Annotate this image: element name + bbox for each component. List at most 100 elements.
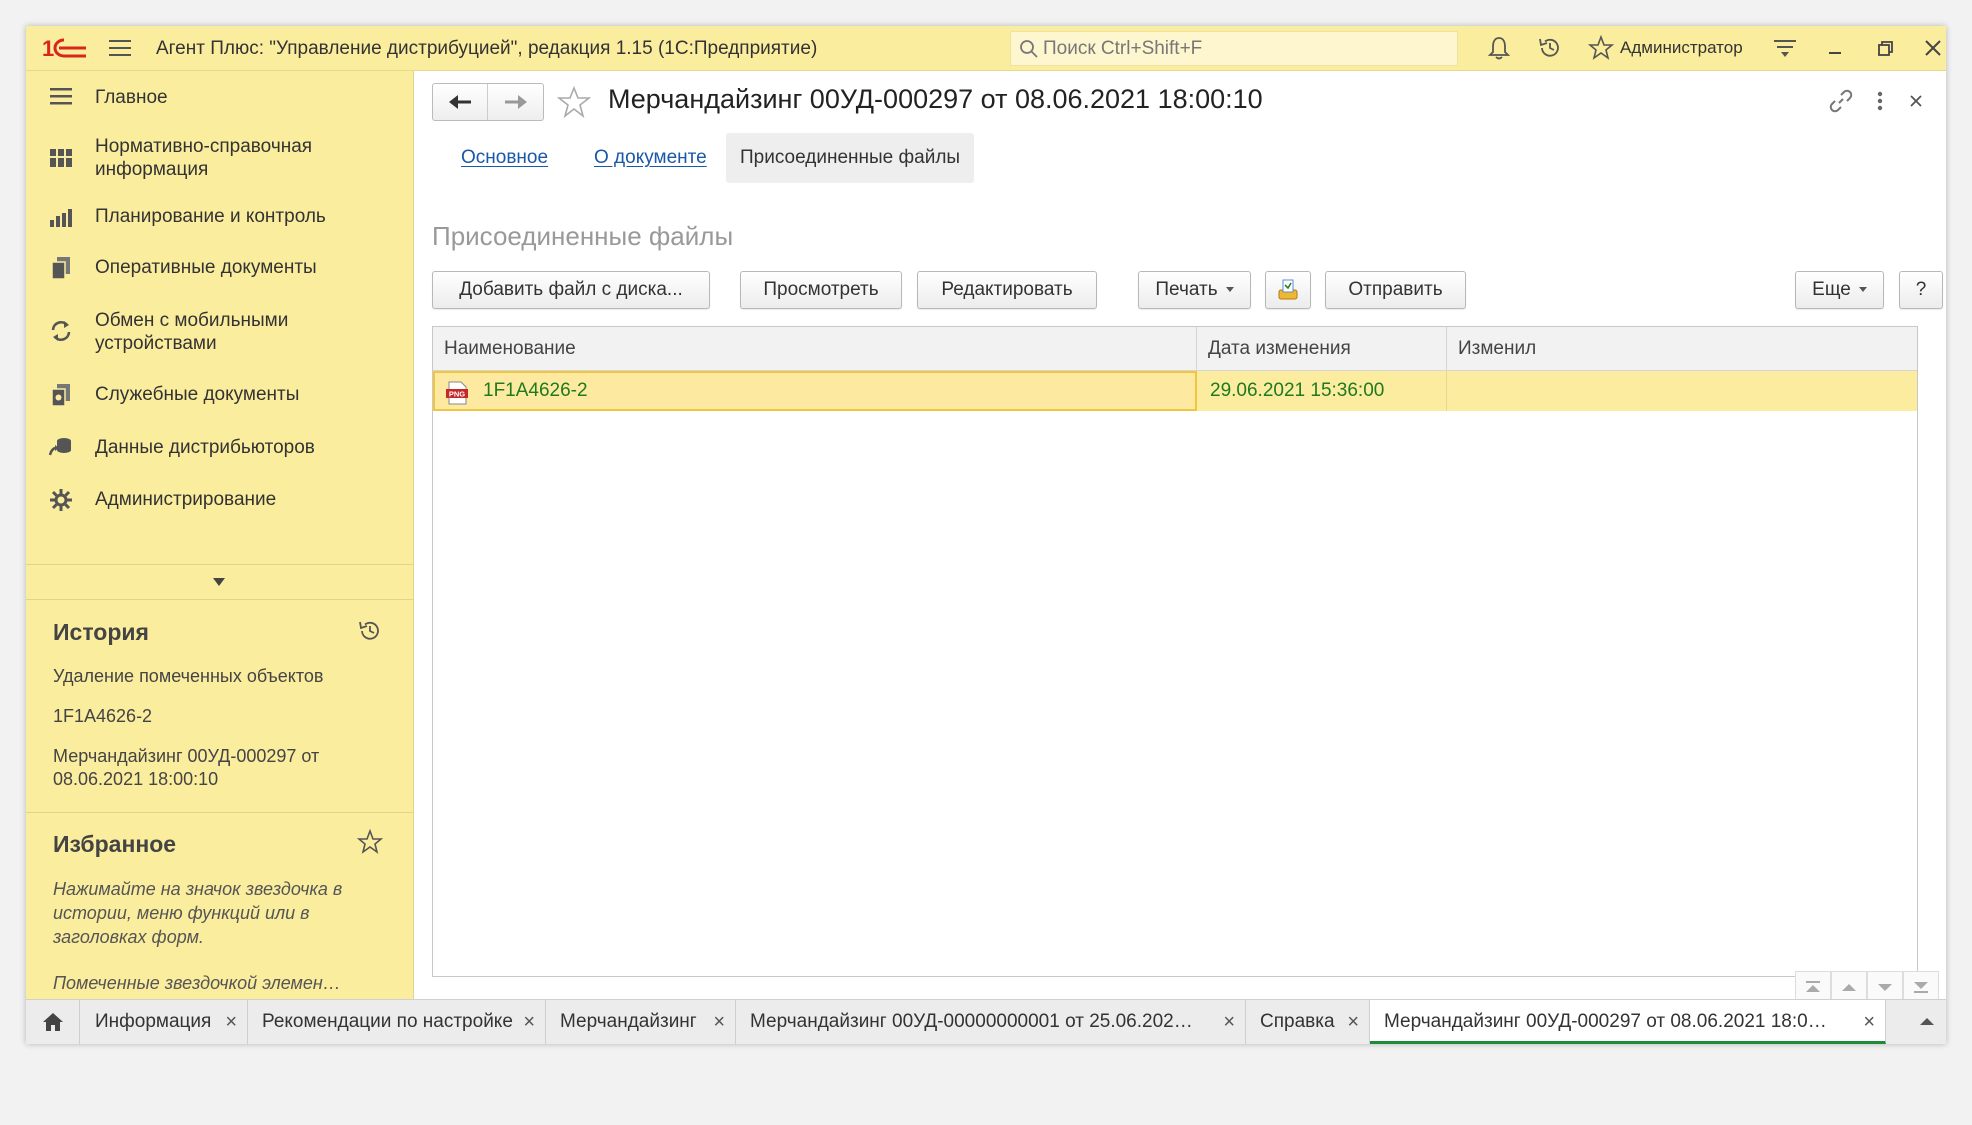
table-row[interactable]: PNG 1F1A4626-2 29.06.2021 15:36:00 [433, 371, 1917, 411]
window-tab-label: Мерчандайзинг 00УД-000297 от 08.06.2021 … [1384, 1011, 1827, 1032]
edit-button[interactable]: Редактировать [917, 271, 1097, 309]
arrow-left-icon [449, 95, 471, 109]
cell-date[interactable]: 29.06.2021 15:36:00 [1197, 371, 1447, 411]
table-header: Наименование Дата изменения Изменил [433, 327, 1917, 371]
window-tab[interactable]: Рекомендации по настройке × [248, 1000, 546, 1044]
reference-grid-icon [50, 149, 72, 167]
search-input[interactable] [1043, 32, 1451, 65]
history-icon[interactable] [1537, 35, 1563, 61]
attached-files-table[interactable]: Наименование Дата изменения Изменил PNG … [432, 326, 1918, 977]
sidebar-item-operations[interactable]: Оперативные документы [26, 242, 414, 294]
window-tab-label: Справка [1260, 1011, 1335, 1032]
more-button[interactable]: Еще [1795, 271, 1884, 309]
close-tab-icon[interactable]: × [1347, 1000, 1359, 1044]
tabs-list-button[interactable] [1908, 1000, 1946, 1044]
1c-logo-icon[interactable]: 1 [42, 36, 88, 60]
cell-changed-by[interactable] [1447, 371, 1917, 411]
window-tab-label: Мерчандайзинг 00УД-00000000001 от 25.06.… [750, 1011, 1193, 1032]
section-title: Присоединенные файлы [432, 221, 734, 251]
user-name[interactable]: Администратор [1620, 38, 1743, 58]
view-button[interactable]: Просмотреть [740, 271, 902, 309]
close-tab-icon[interactable]: × [523, 1000, 535, 1044]
menu-lines-icon [50, 88, 72, 105]
file-name: 1F1A4626-2 [483, 380, 588, 401]
sidebar-item-administration[interactable]: Администрирование [26, 474, 414, 526]
global-search[interactable] [1010, 31, 1458, 66]
sidebar-item-distributors[interactable]: Данные дистрибьюторов [26, 421, 414, 474]
chevron-up-icon [1920, 1018, 1934, 1025]
svg-text:1: 1 [42, 36, 54, 60]
close-tab-icon[interactable]: × [1863, 1000, 1875, 1041]
scan-button[interactable] [1265, 271, 1311, 309]
tab-attached-files[interactable]: Присоединенные файлы [726, 133, 975, 183]
window-tab[interactable]: Мерчандайзинг 00УД-00000000001 от 25.06.… [736, 1000, 1246, 1044]
forward-button[interactable] [489, 84, 544, 120]
sidebar-item-planning[interactable]: Планирование и контроль [26, 192, 414, 242]
documents-icon [51, 257, 70, 280]
window-tab[interactable]: Справка × [1246, 1000, 1370, 1044]
history-item[interactable]: 1F1A4626-2 [53, 705, 383, 728]
history-item[interactable]: Удаление помеченных объектов [53, 665, 383, 688]
close-icon[interactable] [1920, 35, 1946, 61]
home-button[interactable] [26, 1000, 80, 1044]
settings-menu-icon[interactable] [1772, 35, 1798, 61]
window-tab-label: Информация [95, 1011, 212, 1032]
column-header-name[interactable]: Наименование [433, 327, 1197, 371]
cell-name[interactable]: PNG 1F1A4626-2 [433, 371, 1197, 411]
scroll-top-icon [1806, 981, 1820, 992]
search-icon [1020, 40, 1038, 58]
minimize-icon[interactable] [1822, 35, 1848, 61]
scanner-icon [1278, 279, 1298, 300]
window-tab-label: Рекомендации по настройке [262, 1011, 513, 1032]
favorites-hint-more: Помеченные звездочкой элемен… [53, 973, 341, 993]
more-vertical-icon[interactable] [1866, 87, 1894, 115]
file-type-label: PNG [449, 390, 465, 399]
window-tab[interactable]: Информация × [81, 1000, 248, 1044]
close-form-icon[interactable] [1902, 87, 1930, 115]
link-icon[interactable] [1827, 87, 1855, 115]
sidebar-item-label: Обмен с мобильными устройствами [95, 310, 289, 354]
sidebar-item-mobile-exchange[interactable]: Обмен с мобильными устройствами [26, 294, 414, 369]
tab-about-document[interactable]: О документе [580, 133, 721, 183]
sidebar-item-reference[interactable]: Нормативно-справочная информация [26, 124, 414, 192]
column-header-changed-by[interactable]: Изменил [1447, 327, 1917, 371]
help-button[interactable]: ? [1899, 271, 1943, 309]
back-button[interactable] [433, 84, 488, 120]
history-icon[interactable] [357, 618, 383, 644]
more-label: Еще [1812, 279, 1851, 300]
tab-main[interactable]: Основное [447, 133, 562, 183]
history-title: История [53, 619, 149, 645]
send-button[interactable]: Отправить [1325, 271, 1466, 309]
sidebar-more-button[interactable] [26, 564, 414, 600]
sidebar-item-label: Служебные документы [95, 384, 300, 405]
window-tabs-bar: Информация × Рекомендации по настройке × М… [26, 999, 1946, 1044]
column-header-date[interactable]: Дата изменения [1197, 327, 1447, 371]
close-tab-icon[interactable]: × [1223, 1000, 1235, 1044]
favorite-star-icon[interactable] [557, 85, 591, 119]
add-file-button[interactable]: Добавить файл с диска... [432, 271, 710, 309]
star-icon[interactable] [357, 829, 383, 855]
sidebar-item-label: Нормативно-справочная информация [95, 136, 313, 180]
sidebar-item-label: Данные дистрибьюторов [95, 437, 315, 458]
star-icon[interactable] [1588, 35, 1614, 61]
document-form: Мерчандайзинг 00УД-000297 от 08.06.2021 … [415, 71, 1946, 1003]
restore-icon[interactable] [1872, 35, 1898, 61]
bell-icon[interactable] [1486, 35, 1512, 61]
caret-down-icon [1858, 287, 1867, 293]
top-bar: 1 Агент Плюс: "Управление дистрибуцией",… [26, 26, 1946, 71]
print-label: Печать [1155, 279, 1218, 300]
sidebar-item-service-docs[interactable]: Служебные документы [26, 369, 414, 421]
scroll-bottom-icon [1914, 982, 1928, 993]
window-tab[interactable]: Мерчандайзинг × [546, 1000, 736, 1044]
window-tab-active[interactable]: Мерчандайзинг 00УД-000297 от 08.06.2021 … [1370, 1000, 1886, 1044]
sidebar-item-label: Администрирование [95, 489, 277, 510]
caret-down-icon [1225, 287, 1234, 293]
favorites-hint: Нажимайте на значок звездочка в истории,… [53, 879, 343, 947]
print-button[interactable]: Печать [1138, 271, 1251, 309]
main-menu-icon[interactable] [108, 38, 132, 58]
history-item[interactable]: Мерчандайзинг 00УД-000297 от 08.06.2021 … [53, 745, 373, 791]
sidebar-item-main[interactable]: Главное [26, 71, 414, 124]
close-tab-icon[interactable]: × [225, 1000, 237, 1044]
close-tab-icon[interactable]: × [713, 1000, 725, 1044]
sidebar-item-label: Оперативные документы [95, 257, 317, 278]
